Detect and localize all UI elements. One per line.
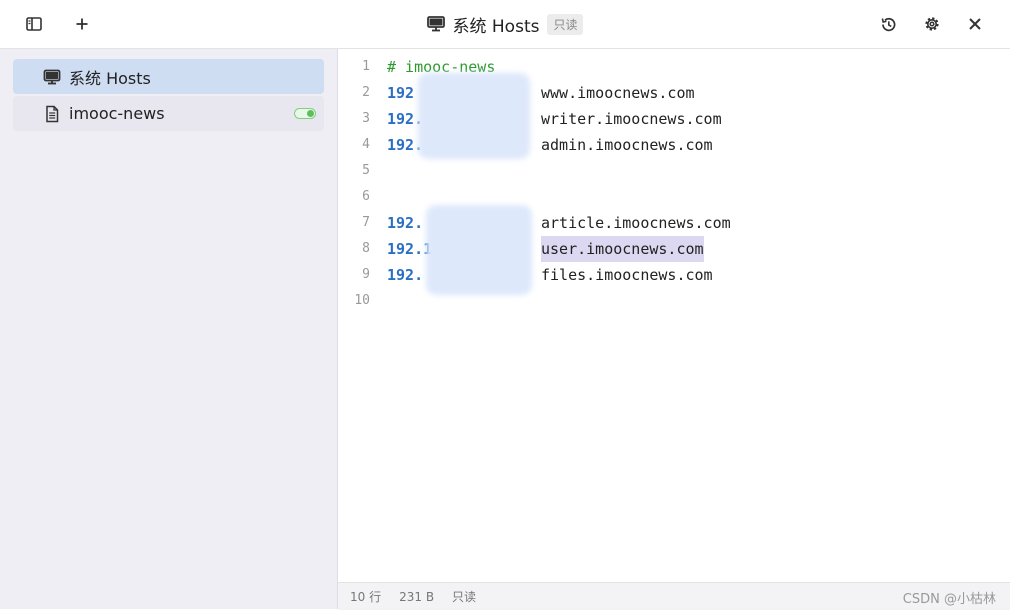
ip-address: 192	[387, 84, 415, 102]
document-icon	[46, 105, 59, 123]
watermark: CSDN @小枯林	[902, 592, 996, 607]
hostname: user.imoocnews.com	[541, 236, 704, 262]
ip-address: 192.	[387, 266, 424, 284]
sidebar-item-label: imooc-news	[69, 104, 165, 123]
sidebar-item-system-hosts[interactable]: 系统 Hosts	[13, 59, 324, 94]
add-button[interactable]	[68, 10, 96, 38]
monitor-icon	[43, 69, 61, 85]
line-number: 3	[362, 111, 370, 126]
ip-address: 192.	[387, 214, 424, 232]
line-number: 1	[362, 59, 370, 74]
enable-toggle[interactable]	[294, 108, 316, 119]
status-bar: 10 行 231 B 只读 CSDN @小枯林	[338, 582, 1010, 610]
readonly-status: 只读	[452, 590, 477, 604]
editor-line[interactable]: 5	[338, 158, 1010, 184]
history-icon	[881, 17, 895, 31]
sidebar-toggle-button[interactable]	[20, 10, 48, 38]
hostname: admin.imoocnews.com	[541, 136, 713, 154]
close-button[interactable]	[961, 10, 989, 38]
history-button[interactable]	[874, 10, 902, 38]
line-number: 5	[362, 163, 370, 178]
line-number: 4	[362, 137, 370, 152]
line-number: 2	[362, 85, 370, 100]
hostname: writer.imoocnews.com	[541, 110, 722, 128]
close-icon	[969, 18, 981, 30]
line-number: 10	[354, 293, 370, 308]
line-number: 6	[362, 189, 370, 204]
readonly-badge: 只读	[547, 13, 584, 35]
plus-icon	[76, 18, 88, 30]
sidebar-toggle-icon	[26, 17, 42, 31]
settings-button[interactable]	[918, 10, 946, 38]
redaction-blur	[418, 73, 530, 159]
window-title: 系统 Hosts	[452, 16, 540, 37]
sidebar-item-imooc-news[interactable]: imooc-news	[13, 96, 324, 131]
hostname: article.imoocnews.com	[541, 214, 731, 232]
sidebar-item-label: 系统 Hosts	[69, 68, 151, 88]
line-number: 8	[362, 241, 370, 256]
top-toolbar: 系统 Hosts 只读	[0, 0, 1010, 49]
hostname: www.imoocnews.com	[541, 84, 695, 102]
file-size: 231 B	[399, 589, 435, 604]
line-count: 10 行	[350, 590, 382, 604]
sidebar: 系统 Hosts imooc-news	[0, 49, 338, 609]
line-number: 9	[362, 267, 370, 282]
hosts-editor[interactable]: 1 # imooc-news 2 192 www.imoocnews.com 3 192.1…	[338, 49, 1010, 582]
gear-icon	[925, 17, 939, 31]
monitor-icon	[426, 16, 445, 32]
redaction-blur	[426, 205, 532, 295]
toggle-knob	[307, 110, 314, 117]
hostname: files.imoocnews.com	[541, 266, 713, 284]
line-number: 7	[362, 215, 370, 230]
